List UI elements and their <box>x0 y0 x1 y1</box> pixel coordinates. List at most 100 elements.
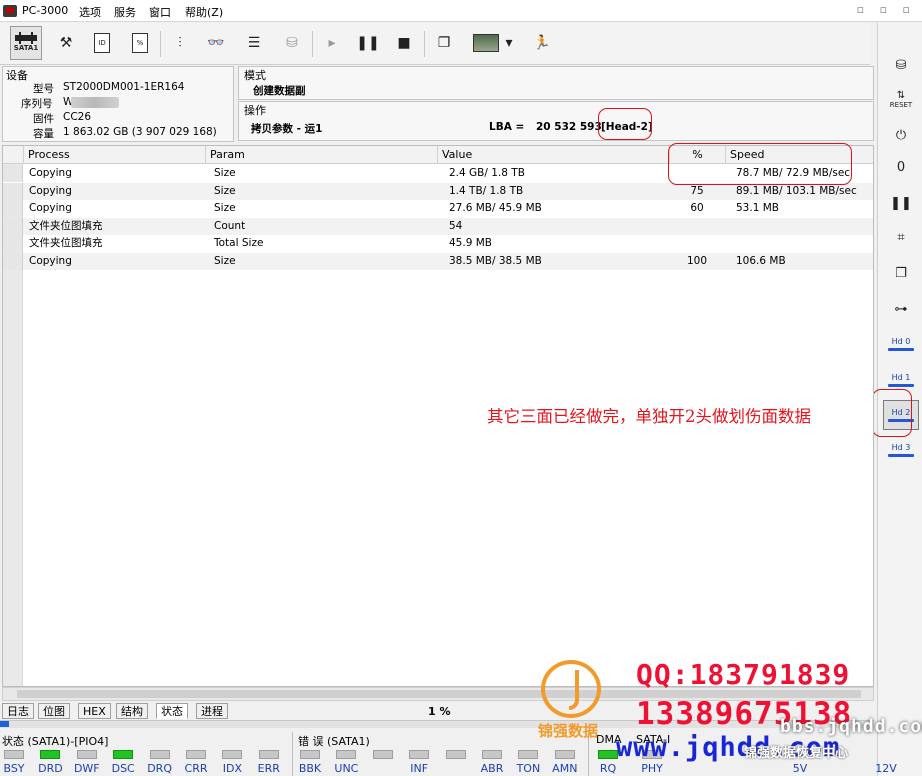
led-label-drq: DRQ <box>147 762 172 775</box>
pause-icon: ❚❚ <box>356 35 380 51</box>
hdd-head-button[interactable]: ☰ <box>238 26 270 60</box>
brand-logo-icon <box>541 660 601 718</box>
tab-bitmap[interactable]: 位图 <box>38 703 70 719</box>
search-button[interactable]: 👓 <box>200 26 232 60</box>
errors-group-label: 错 误 (SATA1) <box>298 735 370 748</box>
serial-redacted <box>71 97 119 108</box>
connector-button[interactable]: ⫶ <box>164 26 196 60</box>
toolbar-separator <box>160 31 161 57</box>
tab-log[interactable]: 日志 <box>2 703 34 719</box>
database-icon: ⛁ <box>895 57 907 73</box>
row-selector[interactable] <box>3 165 23 182</box>
row-selector[interactable] <box>3 235 23 252</box>
picture-button[interactable] <box>470 26 502 60</box>
app-logo-icon <box>3 5 17 17</box>
heads-all-button[interactable]: ⊶ <box>883 295 919 323</box>
cell-pct <box>669 235 725 252</box>
mode-value: 创建数据副 <box>253 85 306 97</box>
row-selector[interactable] <box>3 182 23 200</box>
toolbar: SATA1 ⚒ ID % ⫶ 👓 ☰ ⛁ ▸ ❚❚ ■ ❐ ▾ 🏃 <box>0 23 870 65</box>
led-ton <box>518 750 539 759</box>
head-0-button[interactable]: Hd 0 <box>883 329 919 359</box>
table-row[interactable]: 文件夹位图填充 Total Size 45.9 MB <box>3 235 873 253</box>
column-value[interactable]: Value <box>437 146 669 164</box>
watermark-qq: QQ:183791839 <box>636 658 851 691</box>
menu-help[interactable]: 帮助(Z) <box>185 4 223 20</box>
copy-close-button[interactable]: ❐ <box>883 259 919 287</box>
cell-speed: 89.1 MB/ 103.1 MB/sec <box>736 184 857 197</box>
pause-button[interactable]: ❚❚ <box>352 26 384 60</box>
head-0-icon <box>888 348 914 351</box>
head-indicator-highlight <box>598 108 652 140</box>
zero-button[interactable]: 0 <box>883 153 919 181</box>
passport-button[interactable]: ID <box>86 26 118 60</box>
led-label-bbk: BBK <box>298 762 322 775</box>
copy-windows-button[interactable]: ❐ <box>428 26 460 60</box>
pause-icon: ❚❚ <box>890 195 912 211</box>
exit-button[interactable]: 🏃 <box>526 26 558 60</box>
running-man-icon: 🏃 <box>533 35 551 51</box>
percent-doc-button[interactable]: % <box>124 26 156 60</box>
drive-db-button[interactable]: ⛁ <box>883 51 919 79</box>
led-dwf <box>76 750 97 759</box>
row-selector[interactable] <box>3 217 23 235</box>
model-value: ST2000DM001-1ER164 <box>63 81 185 93</box>
picture-dropdown[interactable]: ▾ <box>500 26 518 60</box>
tab-structure[interactable]: 结构 <box>116 703 148 719</box>
led-blank-4 <box>445 750 466 759</box>
toolbar-separator <box>312 31 313 57</box>
led-label-rq: RQ <box>599 762 617 775</box>
menu-service[interactable]: 服务 <box>114 4 136 20</box>
heads-icon: ⊶ <box>894 301 908 317</box>
binoculars-icon: 👓 <box>207 35 225 51</box>
power-toggle-button[interactable]: ⏻ <box>883 121 919 149</box>
column-param[interactable]: Param <box>205 146 437 164</box>
app-title: PC-3000 <box>22 4 69 17</box>
operation-label: 操作 <box>244 104 266 117</box>
serial-label: 序列号 <box>21 98 53 110</box>
led-label-bsy: BSY <box>3 762 25 775</box>
table-row[interactable]: Copying Size 27.6 MB/ 45.9 MB 60 53.1 MB <box>3 200 873 218</box>
device-panel: 设备 型号 ST2000DM001-1ER164 序列号 W 固件 CC26 容… <box>2 66 234 142</box>
head-3-label: Hd 3 <box>891 443 911 452</box>
sata-port-button[interactable]: SATA1 <box>10 26 42 60</box>
hdd-stack-icon: ☰ <box>247 35 261 51</box>
tab-status[interactable]: 状态 <box>156 703 188 719</box>
cell-value: 38.5 MB/ 38.5 MB <box>449 254 542 267</box>
progress-bar-fill <box>0 721 9 727</box>
lba-label: LBA = <box>489 121 525 133</box>
status-group-label: 状态 (SATA1)-[PIO4] <box>2 735 109 748</box>
operation-panel: 操作 拷贝参数 - 运1 LBA = 20 532 593 [Head-2] <box>238 101 874 141</box>
table-row[interactable]: Copying Size 1.4 TB/ 1.8 TB 75 89.1 MB/ 103.… <box>3 182 873 200</box>
play-button[interactable]: ▸ <box>316 26 348 60</box>
tab-process[interactable]: 进程 <box>196 703 228 719</box>
disk-button[interactable]: ⛁ <box>276 26 308 60</box>
table-row[interactable]: Copying Size 38.5 MB/ 38.5 MB 100 106.6 MB <box>3 252 873 270</box>
cell-process: Copying <box>29 184 72 197</box>
cell-param: Size <box>214 254 236 267</box>
row-selector[interactable] <box>3 252 23 270</box>
head-3-button[interactable]: Hd 3 <box>883 435 919 465</box>
head-map-button[interactable]: ⌗ <box>883 223 919 251</box>
column-process[interactable]: Process <box>23 146 205 164</box>
connector-icon: ⫶ <box>178 35 182 51</box>
led-label-amn: AMN <box>552 762 578 775</box>
row-selector[interactable] <box>3 200 23 217</box>
led-drd <box>40 750 61 759</box>
table-row[interactable]: 文件夹位图填充 Count 54 <box>3 217 873 235</box>
window-controls-icon[interactable]: ▫ ▫ ▫ <box>857 3 916 16</box>
tab-hex[interactable]: HEX <box>78 703 111 719</box>
stop-button[interactable]: ■ <box>388 26 420 60</box>
right-pause-button[interactable]: ❚❚ <box>883 189 919 217</box>
head-0-label: Hd 0 <box>891 337 911 346</box>
led-label-abr: ABR <box>480 762 504 775</box>
tools-button[interactable]: ⚒ <box>50 26 82 60</box>
led-label-crr: CRR <box>184 762 208 775</box>
menu-options[interactable]: 选项 <box>79 4 101 20</box>
led-dsc <box>113 750 134 759</box>
cell-value: 1.4 TB/ 1.8 TB <box>449 184 524 197</box>
led-blank-2 <box>372 750 393 759</box>
reset-button[interactable]: ⇅ RESET <box>883 85 919 113</box>
menu-window[interactable]: 窗口 <box>149 4 171 20</box>
firmware-value: CC26 <box>63 111 92 123</box>
